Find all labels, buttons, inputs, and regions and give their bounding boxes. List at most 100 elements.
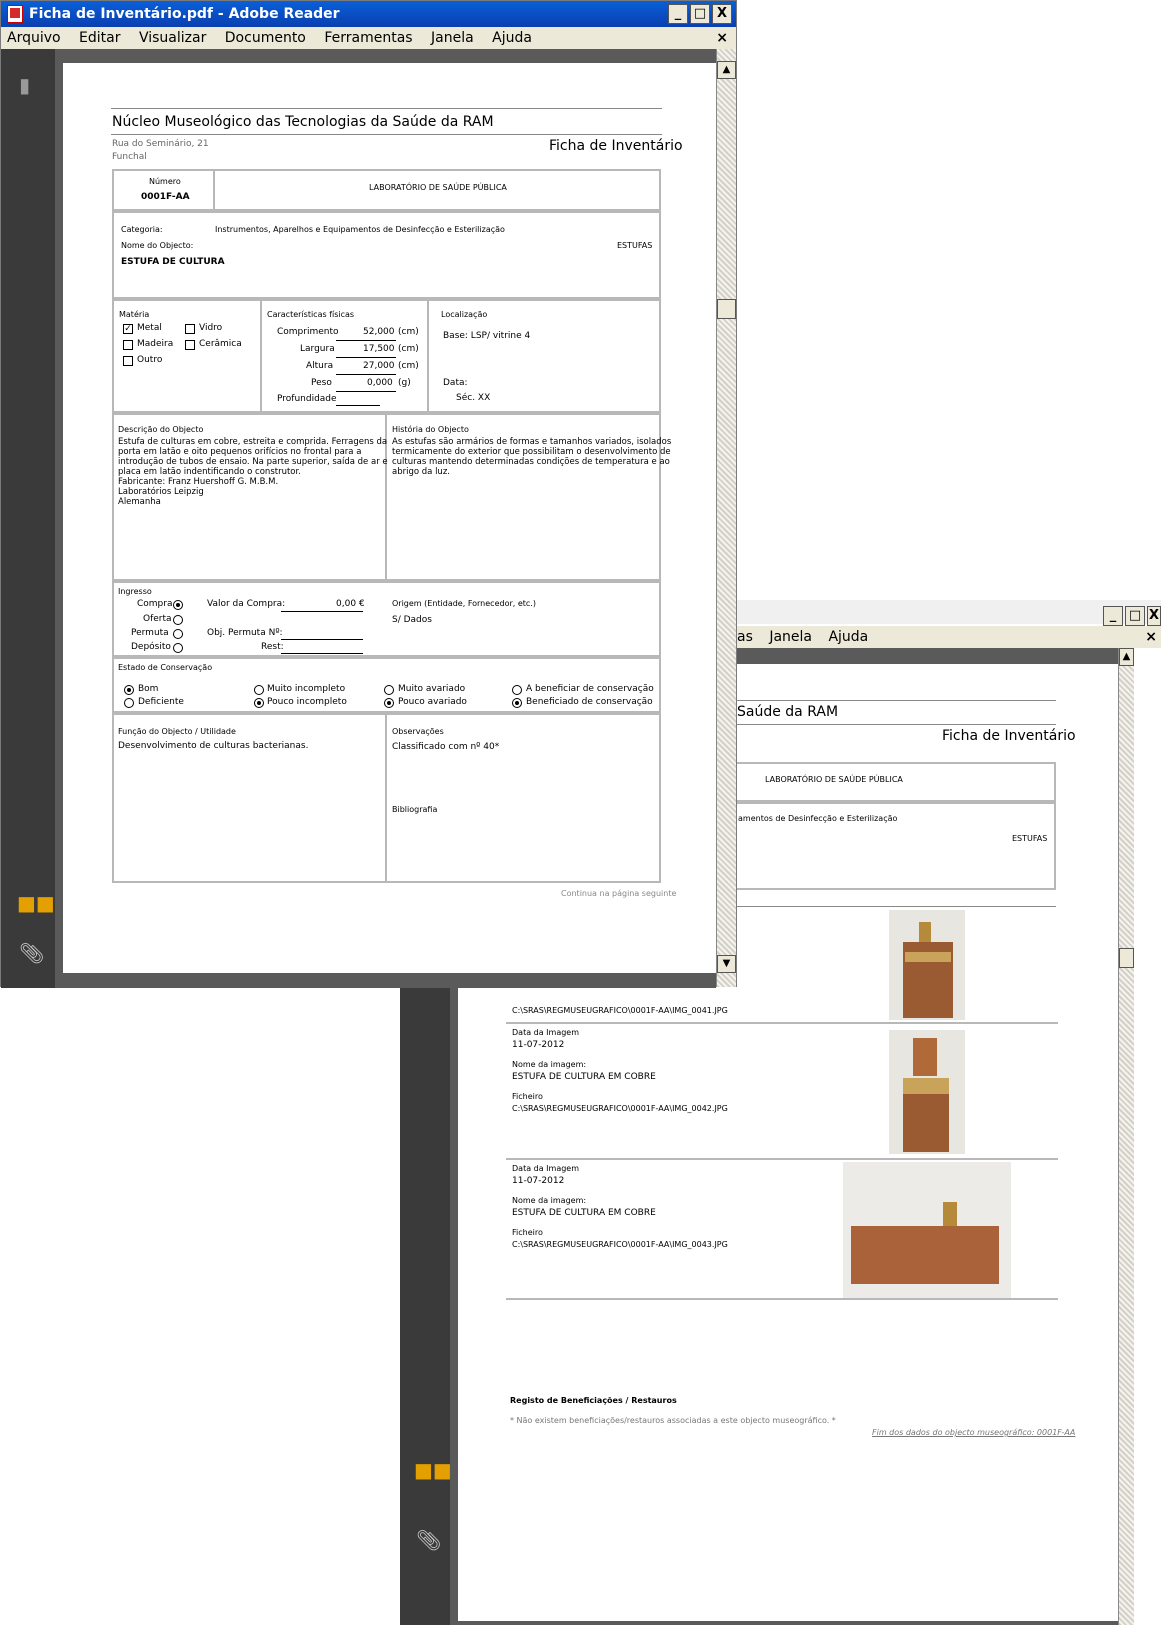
scroll-thumb[interactable] [717, 299, 736, 319]
materia-outro-checkbox[interactable] [123, 356, 133, 366]
menu-ferramentas[interactable]: Ferramentas [324, 30, 412, 46]
menu-janela[interactable]: Janela [431, 30, 474, 46]
peso-value: 0,000 [367, 378, 393, 388]
end-of-data: Fim dos dados do objecto museográfico: 0… [872, 1428, 1076, 1437]
back-scroll-thumb[interactable] [1119, 948, 1134, 968]
image-3-thumbnail[interactable] [843, 1162, 1011, 1298]
minimize-button[interactable]: _ [668, 4, 688, 24]
image-2-thumbnail[interactable] [889, 1030, 965, 1154]
valor-compra-value: 0,00 € [336, 599, 365, 609]
top-rule [111, 108, 662, 109]
origem-label: Origem (Entidade, Fornecedor, etc.) [392, 599, 536, 608]
materia-madeira-checkbox[interactable] [123, 340, 133, 350]
obj-permuta-label: Obj. Permuta Nº: [207, 628, 283, 638]
historia-line: As estufas são armários de formas e tama… [392, 437, 672, 447]
back-close-button[interactable]: X [1147, 606, 1161, 626]
estado-bom-radio[interactable] [124, 685, 134, 695]
profundidade-underline [336, 405, 380, 406]
back-scroll-up-button[interactable]: ▲ [1119, 648, 1134, 666]
image-3-file: C:\SRAS\REGMUSEUGRAFICO\0001F-AA\IMG_004… [512, 1240, 728, 1249]
front-window-controls: _ □ X [668, 4, 732, 24]
close-doc-button[interactable]: × [716, 27, 728, 49]
materia-vidro-checkbox[interactable] [185, 324, 195, 334]
org-rule [111, 134, 662, 135]
photo-1-top [919, 922, 931, 942]
descricao-line: Alemanha [118, 497, 161, 507]
ingresso-compra-radio[interactable] [173, 600, 183, 610]
image-entry-2: Data da Imagem 11-07-2012 Nome da imagem… [506, 1026, 1058, 1160]
menu-documento[interactable]: Documento [225, 30, 306, 46]
materia-metal-label: Metal [137, 323, 162, 333]
image-entry-3: Data da Imagem 11-07-2012 Nome da imagem… [506, 1162, 1058, 1300]
back-maximize-button[interactable]: □ [1125, 606, 1145, 626]
estado-deficiente-radio[interactable] [124, 698, 134, 708]
funcao-label: Função do Objecto / Utilidade [118, 727, 236, 736]
materia-metal-checkbox[interactable]: ✓ [123, 324, 133, 334]
image-2-date-label: Data da Imagem [512, 1028, 580, 1037]
altura-label: Altura [306, 361, 334, 371]
largura-unit: (cm) [398, 344, 419, 354]
attachment-icon[interactable]: 📎︎ [19, 941, 44, 965]
menu-visualizar[interactable]: Visualizar [139, 30, 206, 46]
address-line1: Rua do Seminário, 21 [112, 139, 209, 149]
menu-partial[interactable]: as [737, 629, 753, 645]
ingresso-deposito-radio[interactable] [173, 643, 183, 653]
comprimento-underline [336, 340, 396, 341]
menu-editar[interactable]: Editar [79, 30, 120, 46]
ingresso-permuta-label: Permuta [131, 628, 169, 638]
valor-compra-underline [281, 611, 363, 612]
back-category-value: amentos de Desinfecção e Esterilização [738, 814, 898, 823]
materia-label: Matéria [119, 310, 150, 319]
scroll-down-button[interactable]: ▼ [717, 955, 736, 973]
localizacao-label: Localização [441, 310, 488, 319]
back-minimize-button[interactable]: _ [1103, 606, 1123, 626]
doc-title: Ficha de Inventário [549, 138, 683, 154]
estado-bom-label: Bom [138, 684, 159, 694]
observacoes-label: Observações [392, 727, 444, 736]
categoria-label: Categoria: [121, 225, 163, 234]
back-vertical-scrollbar[interactable]: ▲ [1118, 648, 1134, 1625]
scroll-up-button[interactable]: ▲ [717, 61, 736, 79]
back-menubar: as Janela Ajuda × [735, 626, 1161, 648]
comment-icon[interactable]: ■■ [414, 1458, 452, 1482]
image-2-file: C:\SRAS\REGMUSEUGRAFICO\0001F-AA\IMG_004… [512, 1104, 728, 1113]
descricao-line: Fabricante: Franz Huershoff G. M.B.M. [118, 477, 279, 487]
descricao-label: Descrição do Objecto [118, 425, 204, 434]
estado-a-beneficiar-label: A beneficiar de conservação [526, 684, 654, 694]
comprimento-unit: (cm) [398, 327, 419, 337]
close-button[interactable]: X [712, 4, 732, 24]
largura-value: 17,500 [363, 344, 395, 354]
back-org-rule [736, 724, 1056, 725]
maximize-button[interactable]: □ [690, 4, 710, 24]
back-close-doc[interactable]: × [1145, 626, 1157, 648]
back-top-rule [736, 700, 1056, 701]
menu-ajuda[interactable]: Ajuda [492, 30, 532, 46]
estado-pouco-avariado-radio[interactable] [384, 698, 394, 708]
materia-ceramica-label: Cerâmica [199, 339, 242, 349]
estado-muito-avariado-radio[interactable] [384, 685, 394, 695]
descricao-text: Estufa de culturas em cobre, estreita e … [118, 437, 388, 507]
photo-2-top [913, 1038, 937, 1076]
materia-ceramica-checkbox[interactable] [185, 340, 195, 350]
pages-icon[interactable]: ▮ [19, 73, 30, 97]
ingresso-permuta-radio[interactable] [173, 629, 183, 639]
org-title: Núcleo Museológico das Tecnologias da Sa… [112, 114, 494, 130]
continua-note: Continua na página seguinte [561, 889, 677, 898]
menu-janela-back[interactable]: Janela [769, 629, 812, 645]
estado-a-beneficiar-radio[interactable] [512, 685, 522, 695]
comment-icon[interactable]: ■■ [17, 891, 55, 915]
comprimento-label: Comprimento [277, 327, 339, 337]
menu-ajuda-back[interactable]: Ajuda [828, 629, 868, 645]
origem-value: S/ Dados [392, 615, 432, 625]
caracteristicas-label: Características físicas [267, 310, 355, 319]
image-1-thumbnail[interactable] [889, 910, 965, 1020]
attachment-icon[interactable]: 📎︎ [416, 1528, 441, 1552]
estado-beneficiado-radio[interactable] [512, 698, 522, 708]
ingresso-oferta-radio[interactable] [173, 615, 183, 625]
estado-pouco-incompleto-radio[interactable] [254, 698, 264, 708]
estado-muito-incompleto-radio[interactable] [254, 685, 264, 695]
categoria-value: Instrumentos, Aparelhos e Equipamentos d… [215, 225, 505, 234]
vertical-scrollbar[interactable]: ▲ ▼ [716, 49, 736, 987]
historia-line: abrigo da luz. [392, 467, 450, 477]
menu-arquivo[interactable]: Arquivo [7, 30, 61, 46]
